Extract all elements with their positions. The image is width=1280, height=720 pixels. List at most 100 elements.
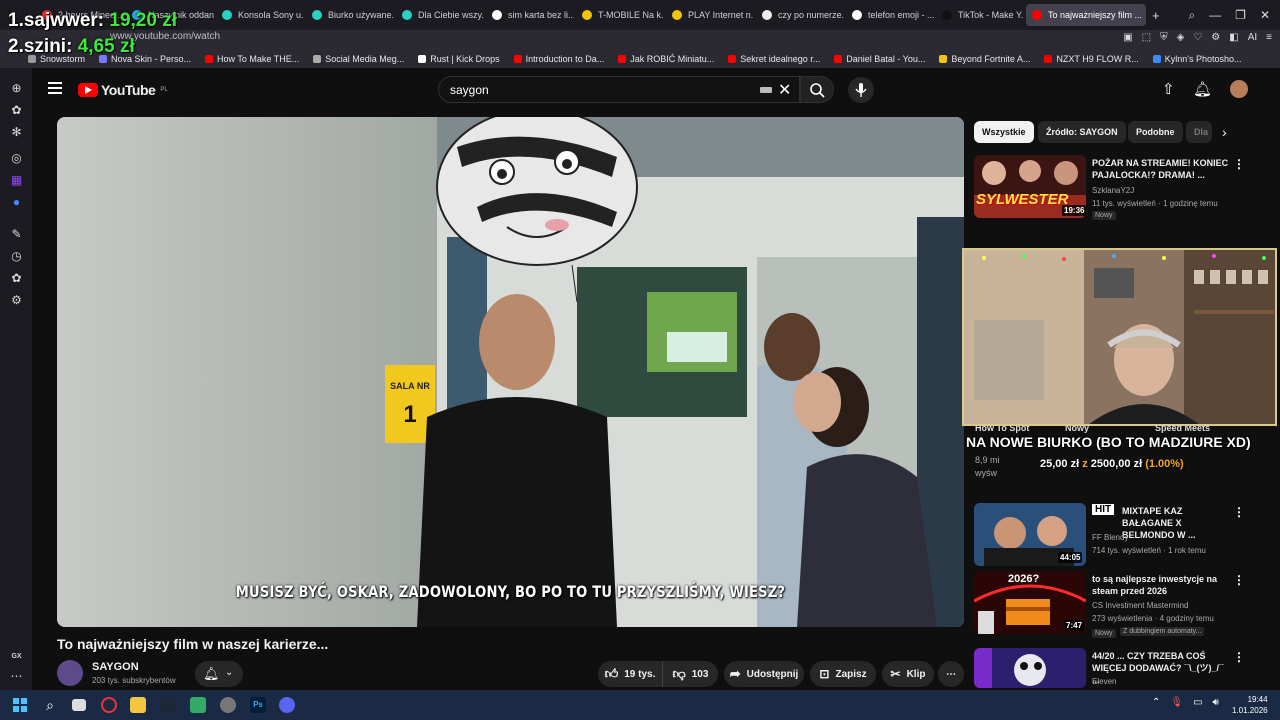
vpn-icon[interactable]: ◈ [1177,32,1185,43]
dislike-button[interactable]: 👎︎ 103 [662,661,718,687]
maximize-icon[interactable]: ❐ [1235,8,1246,22]
rec3-title[interactable]: to są najlepsze inwestycje na steam prze… [1092,573,1230,597]
ai-icon[interactable]: AI [1248,32,1257,43]
chevron-right-icon[interactable]: › [1222,124,1227,140]
bookmark-item[interactable]: Jak ROBIĆ Miniatu... [618,54,714,64]
rec1-title[interactable]: POŻAR NA STREAMIE! KONIEC PAJALOCKA!? DR… [1092,157,1230,181]
chip-all[interactable]: Wszystkie [974,121,1034,143]
notifications-bell-icon[interactable]: 🔔︎ [1193,80,1212,98]
bookmark-item[interactable]: Rust | Kick Drops [418,54,500,64]
camera-icon[interactable]: ▣ [1123,32,1132,43]
youtube-logo[interactable]: YouTube PL [78,82,168,98]
channel-avatar[interactable] [57,660,83,686]
shop-icon[interactable]: ✿ [10,104,23,117]
clip-button[interactable]: ✂ Klip [882,661,934,687]
search-button[interactable] [800,76,834,103]
bookmark-item[interactable]: Daniel Batal - You... [834,54,925,64]
browser-tab[interactable]: TikTok - Make Y... [936,4,1024,26]
chatgpt-icon[interactable]: ◎ [10,152,23,165]
paint-icon[interactable]: ✎ [10,228,23,241]
task-view-icon[interactable] [72,699,86,711]
keyboard-icon[interactable] [760,87,772,93]
bookmark-item[interactable]: Kylnn's Photosho... [1152,54,1242,64]
messenger-icon[interactable]: ● [10,196,23,209]
discord-icon[interactable] [279,697,295,713]
windows-start-icon[interactable] [12,697,28,713]
chip-source[interactable]: Źródło: SAYGON [1038,121,1126,143]
channel-name[interactable]: SAYGON [92,661,139,673]
tray-mic-icon[interactable]: 🎙︎ [1170,697,1183,708]
browser-tab[interactable]: telefon emoji - ... [846,4,934,26]
rec3-channel[interactable]: CS Investment Mastermind [1092,601,1188,610]
chrome-icon[interactable] [220,697,236,713]
history-icon[interactable]: ◷ [10,250,23,263]
more-icon[interactable]: ⋯ [10,670,23,683]
rec4-channel[interactable]: Eleven [1092,677,1116,686]
menu-hamburger-icon[interactable] [48,82,62,94]
browser-tab[interactable]: Dla Ciebie wszy... [396,4,484,26]
close-icon[interactable]: ✕ [1260,8,1270,22]
taskbar-search-icon[interactable]: ⌕ [42,697,58,713]
bookmark-item[interactable]: Beyond Fortnite A... [939,54,1030,64]
user-avatar[interactable] [1230,80,1248,98]
bag-icon[interactable]: ✿ [10,272,23,285]
rec2-title[interactable]: MIXTAPE KAZ BAŁAGANE X BELMONDO W ... [1122,505,1230,541]
app-icon[interactable] [190,697,206,713]
bookmark-item[interactable]: Social Media Meg... [313,54,404,64]
tray-network-icon[interactable]: ▭ [1193,697,1202,708]
screenshot-icon[interactable]: ⬚ [1142,32,1151,43]
heart-icon[interactable]: ♡ [1193,32,1202,43]
chip-similar[interactable]: Podobne [1128,121,1183,143]
cube-icon[interactable]: ◧ [1229,32,1238,43]
share-button[interactable]: ➦ Udostępnij [724,661,804,687]
minimize-icon[interactable]: — [1209,8,1221,22]
clear-search-icon[interactable]: ✕ [778,80,791,100]
star-icon[interactable]: ✻ [10,126,23,139]
more-actions-button[interactable]: ⋯ [938,661,964,687]
tray-chevron-icon[interactable]: ⌃ [1152,697,1160,708]
file-explorer-icon[interactable] [130,697,146,713]
bookmark-item[interactable]: Introduction to Da... [513,54,604,64]
browser-tab[interactable]: PLAY Internet n... [666,4,754,26]
voice-search-button[interactable] [848,77,874,103]
new-tab-button[interactable]: + [1152,8,1160,23]
search-tabs-icon[interactable]: ⌕ [1188,8,1195,23]
rec3-menu-icon[interactable]: ⋮ [1233,573,1245,587]
rec1-channel[interactable]: SzklanaY2J [1092,186,1134,195]
browser-tab[interactable]: czy po numerze... [756,4,844,26]
photoshop-icon[interactable]: Ps [250,697,266,713]
upload-icon[interactable]: ⇧ [1162,80,1175,98]
shield-icon[interactable]: ⛨ [1160,32,1168,43]
like-button[interactable]: 👍︎ 19 tys. [598,661,662,687]
browser-tab[interactable]: T-MOBILE Na k... [576,4,664,26]
browser-tab[interactable]: Konsola Sony u... [216,4,304,26]
rec4-thumbnail[interactable] [974,648,1086,688]
rec2-channel[interactable]: FF Blendy [1092,533,1128,542]
video-player[interactable]: SALA NR 1 MUSISZ BYĆ, OSKAR, ZADOWOLONY,… [57,117,964,627]
twitch-icon[interactable]: ▦ [10,174,23,187]
tray-volume-icon[interactable]: 🔊︎ [1213,697,1219,708]
sign-label: SALA NR [390,381,430,391]
extensions-icon[interactable]: ⚙ [1211,32,1220,43]
search-value[interactable]: saygon [450,83,489,97]
rec4-menu-icon[interactable]: ⋮ [1233,650,1245,664]
browser-tab[interactable]: sim karta bez li... [486,4,574,26]
subscribe-bell-button[interactable]: 🔔︎ ⌄ [195,661,243,687]
bookmark-item[interactable]: Sekret idealnego r... [728,54,820,64]
bookmark-item[interactable]: How To Make THE... [205,54,299,64]
browser-tab[interactable]: To najważniejszy film ...✕ [1026,4,1146,26]
rec2-menu-icon[interactable]: ⋮ [1233,505,1245,519]
rec1-menu-icon[interactable]: ⋮ [1233,157,1245,171]
bookmark-item[interactable]: NZXT H9 FLOW R... [1044,54,1139,64]
browser-tab[interactable]: Biurko używane... [306,4,394,26]
opera-gx-icon[interactable] [101,697,117,713]
settings-icon[interactable]: ⚙ [10,294,23,307]
menu-icon[interactable]: ≡ [1266,32,1272,43]
taskbar-clock[interactable]: 19:44 1.01.2026 [1232,694,1268,716]
pin-icon[interactable]: ⊕ [10,82,23,95]
steam-icon[interactable] [160,697,176,713]
tab-label: Konsola Sony u... [238,10,304,20]
chip-for-you[interactable]: Dla [1186,121,1212,143]
save-button[interactable]: ⊡ Zapisz [810,661,876,687]
search-input[interactable] [438,76,800,103]
